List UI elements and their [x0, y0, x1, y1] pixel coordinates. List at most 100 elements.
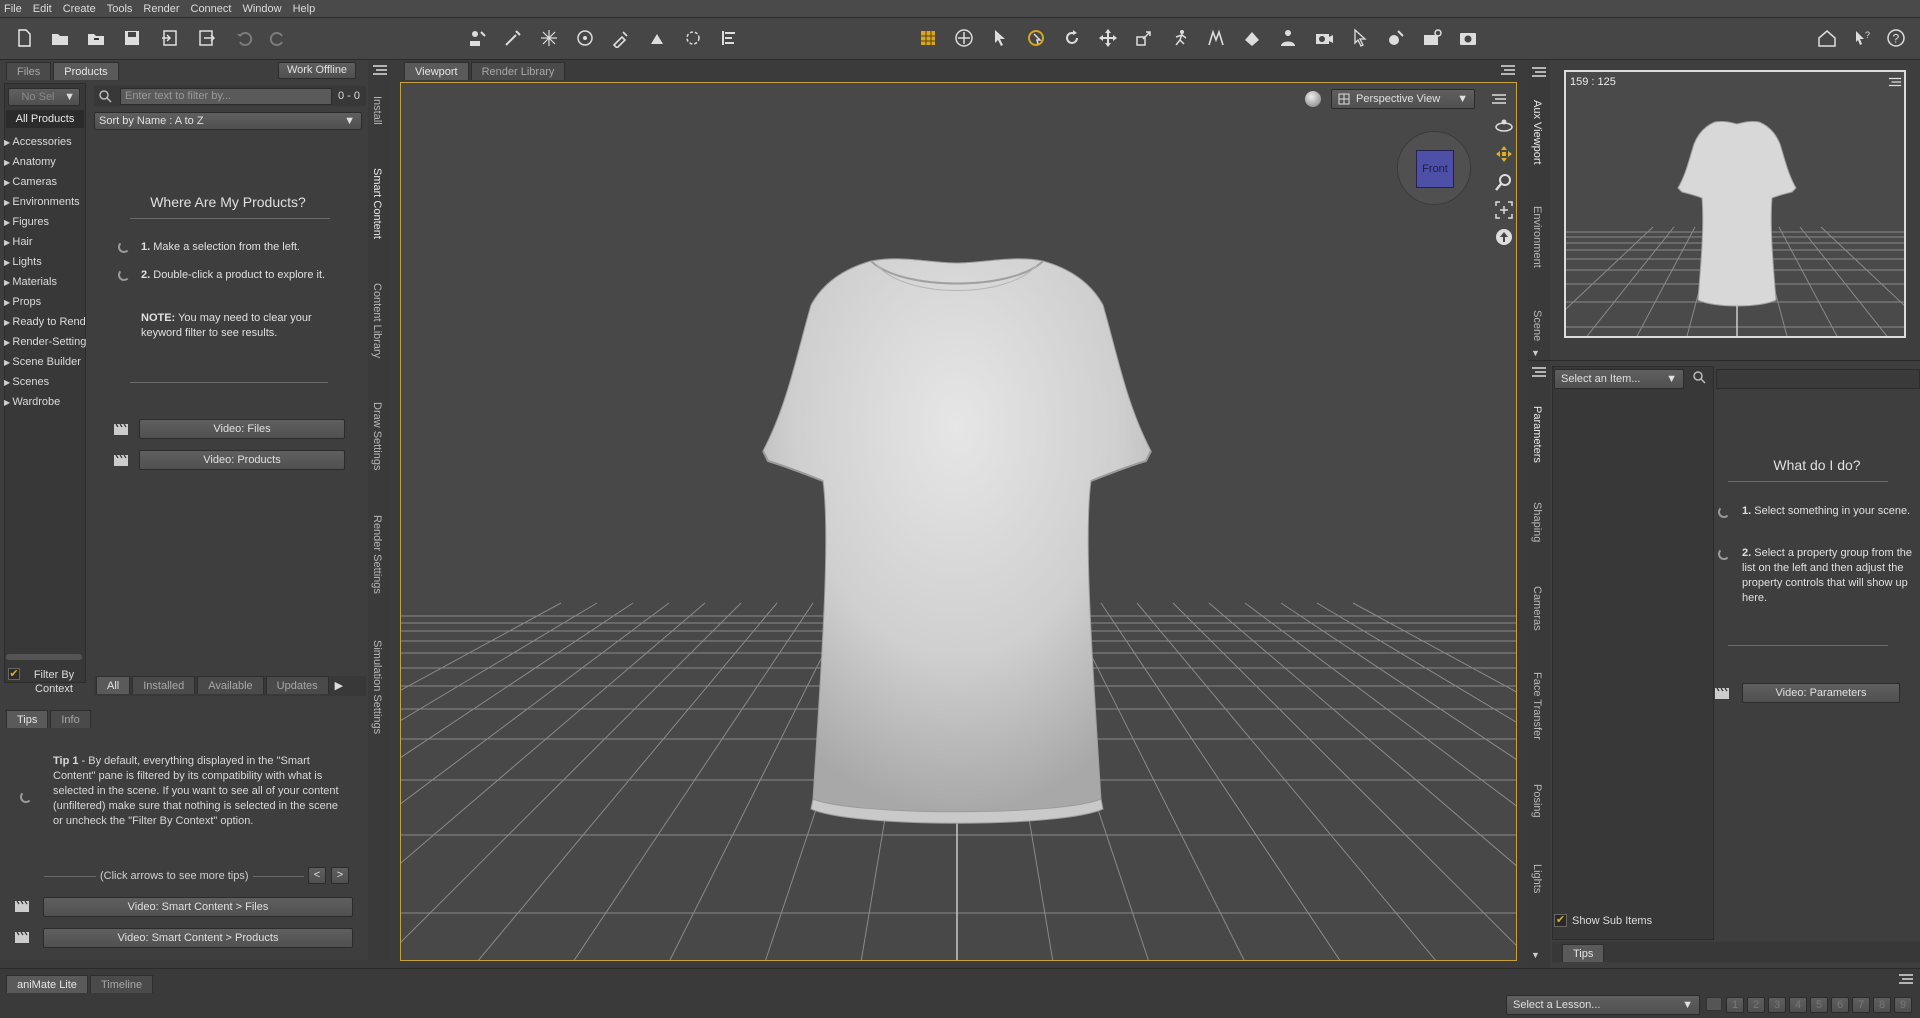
rotate-icon[interactable] [1060, 26, 1084, 50]
lesson-page[interactable]: 1 [1726, 997, 1744, 1013]
reset-view-icon[interactable] [1495, 228, 1513, 246]
video-files-button[interactable]: Video: Files [139, 419, 345, 439]
category-item[interactable]: Wardrobe [4, 392, 86, 412]
category-item[interactable]: Accessories [4, 132, 86, 152]
open-folder-icon[interactable] [48, 26, 72, 50]
lesson-page[interactable]: 5 [1810, 997, 1828, 1013]
tab-tips[interactable]: Tips [6, 710, 49, 728]
tab-products[interactable]: Products [53, 62, 119, 80]
zoom-icon[interactable] [1495, 173, 1513, 191]
grid-toggle-icon[interactable] [916, 26, 940, 50]
viewport-canvas[interactable]: Perspective View ▼ Front [400, 82, 1517, 961]
select-item-dropdown[interactable]: Select an Item... ▼ [1554, 369, 1684, 389]
undo-icon[interactable] [232, 26, 256, 50]
category-item[interactable]: Render-Settings [4, 332, 86, 352]
category-item[interactable]: Props [4, 292, 86, 312]
draw-style-icon[interactable] [1305, 91, 1321, 107]
menu-edit[interactable]: Edit [33, 3, 52, 15]
work-offline-button[interactable]: Work Offline [278, 62, 356, 79]
menu-create[interactable]: Create [63, 3, 96, 15]
sort-dropdown[interactable]: Sort by Name : A to Z ▼ [94, 112, 362, 130]
pose-tool-icon[interactable] [1204, 26, 1228, 50]
tab-simulation-settings[interactable]: Simulation Settings [371, 640, 383, 734]
tab-viewport[interactable]: Viewport [404, 62, 469, 80]
lesson-page[interactable]: 3 [1768, 997, 1786, 1013]
tab-face-transfer[interactable]: Face Transfer [1531, 672, 1543, 740]
help-icon[interactable]: ? [1884, 26, 1908, 50]
scale-icon[interactable] [1132, 26, 1156, 50]
lesson-grid-icon[interactable] [1706, 997, 1722, 1011]
category-item[interactable]: Scenes [4, 372, 86, 392]
lesson-page[interactable]: 4 [1789, 997, 1807, 1013]
home-ds-icon[interactable] [1815, 26, 1839, 50]
menu-render[interactable]: Render [143, 3, 179, 15]
tab-right-tips[interactable]: Tips [1562, 944, 1605, 962]
category-item[interactable]: Cameras [4, 172, 86, 192]
node-select-icon[interactable] [1024, 26, 1048, 50]
property-search-input[interactable] [1716, 369, 1920, 389]
figure-morph-icon[interactable] [465, 26, 489, 50]
category-item[interactable]: Environments [4, 192, 86, 212]
pointer-options-icon[interactable] [1348, 26, 1372, 50]
orbit-icon[interactable] [1495, 117, 1513, 135]
pane-menu-icon[interactable] [1531, 66, 1547, 78]
tab-scene[interactable]: Scene [1531, 310, 1543, 341]
scroll-down-icon[interactable]: ▼ [1531, 348, 1540, 358]
menu-connect[interactable]: Connect [191, 3, 232, 15]
tab-install[interactable]: Install [371, 96, 383, 125]
redo-icon[interactable] [266, 26, 290, 50]
video-products-button[interactable]: Video: Products [139, 450, 345, 470]
chevron-right-icon[interactable]: ▶ [335, 676, 343, 696]
render-settings-icon[interactable] [1384, 26, 1408, 50]
joint-editor-icon[interactable] [573, 26, 597, 50]
lesson-page[interactable]: 8 [1873, 997, 1891, 1013]
export-icon[interactable] [194, 26, 218, 50]
search-icon[interactable] [1692, 370, 1706, 384]
show-sub-items-checkbox[interactable]: ✔ [1554, 914, 1567, 927]
sculpt-brush-icon[interactable] [501, 26, 525, 50]
tab-animate-lite[interactable]: aniMate Lite [6, 975, 88, 993]
active-pose-icon[interactable] [1168, 26, 1192, 50]
view-select-dropdown[interactable]: Perspective View ▼ [1331, 89, 1475, 109]
filter-by-context-checkbox[interactable]: ✔ [8, 668, 20, 680]
universal-tool-icon[interactable] [952, 26, 976, 50]
tab-render-library[interactable]: Render Library [470, 62, 566, 80]
aux-viewport[interactable]: 159 : 125 [1564, 70, 1906, 338]
video-sc-files-button[interactable]: Video: Smart Content > Files [43, 897, 353, 917]
pane-menu-icon[interactable] [372, 64, 388, 76]
category-item[interactable]: Materials [4, 272, 86, 292]
menu-tools[interactable]: Tools [107, 3, 133, 15]
tab-parameters[interactable]: Parameters [1531, 406, 1543, 463]
figure-setup-icon[interactable] [1276, 26, 1300, 50]
filter-mode-dropdown[interactable]: No Sel ▼ [8, 88, 80, 106]
category-item[interactable]: Hair [4, 232, 86, 252]
view-cube-front[interactable]: Front [1416, 150, 1454, 188]
pan-icon[interactable] [1495, 145, 1513, 163]
whats-this-icon[interactable]: ? [1850, 26, 1874, 50]
category-item[interactable]: Scene Builder [4, 352, 86, 372]
menu-window[interactable]: Window [242, 3, 281, 15]
all-products-item[interactable]: All Products [6, 110, 84, 128]
surface-selection-icon[interactable] [645, 26, 669, 50]
view-cube[interactable]: Front [1397, 131, 1471, 205]
category-item[interactable]: Figures [4, 212, 86, 232]
menu-help[interactable]: Help [293, 3, 316, 15]
tab-all[interactable]: All [96, 676, 131, 694]
tab-info[interactable]: Info [50, 710, 91, 728]
tab-posing[interactable]: Posing [1531, 784, 1543, 818]
select-cursor-icon[interactable] [988, 26, 1012, 50]
tab-lights[interactable]: Lights [1531, 864, 1543, 893]
tab-installed[interactable]: Installed [132, 676, 196, 694]
tab-timeline[interactable]: Timeline [89, 975, 154, 993]
search-input[interactable]: Enter text to filter by... [120, 88, 332, 105]
pane-menu-icon[interactable] [1500, 64, 1516, 76]
aux-menu-icon[interactable] [1888, 76, 1902, 88]
translate-icon[interactable] [1096, 26, 1120, 50]
geometry-editor-icon[interactable] [609, 26, 633, 50]
lesson-page[interactable]: 6 [1831, 997, 1849, 1013]
new-file-icon[interactable] [12, 26, 36, 50]
category-scrollbar[interactable] [6, 654, 82, 660]
align-icon[interactable] [717, 26, 741, 50]
category-item[interactable]: Anatomy [4, 152, 86, 172]
merge-folder-icon[interactable] [84, 26, 108, 50]
